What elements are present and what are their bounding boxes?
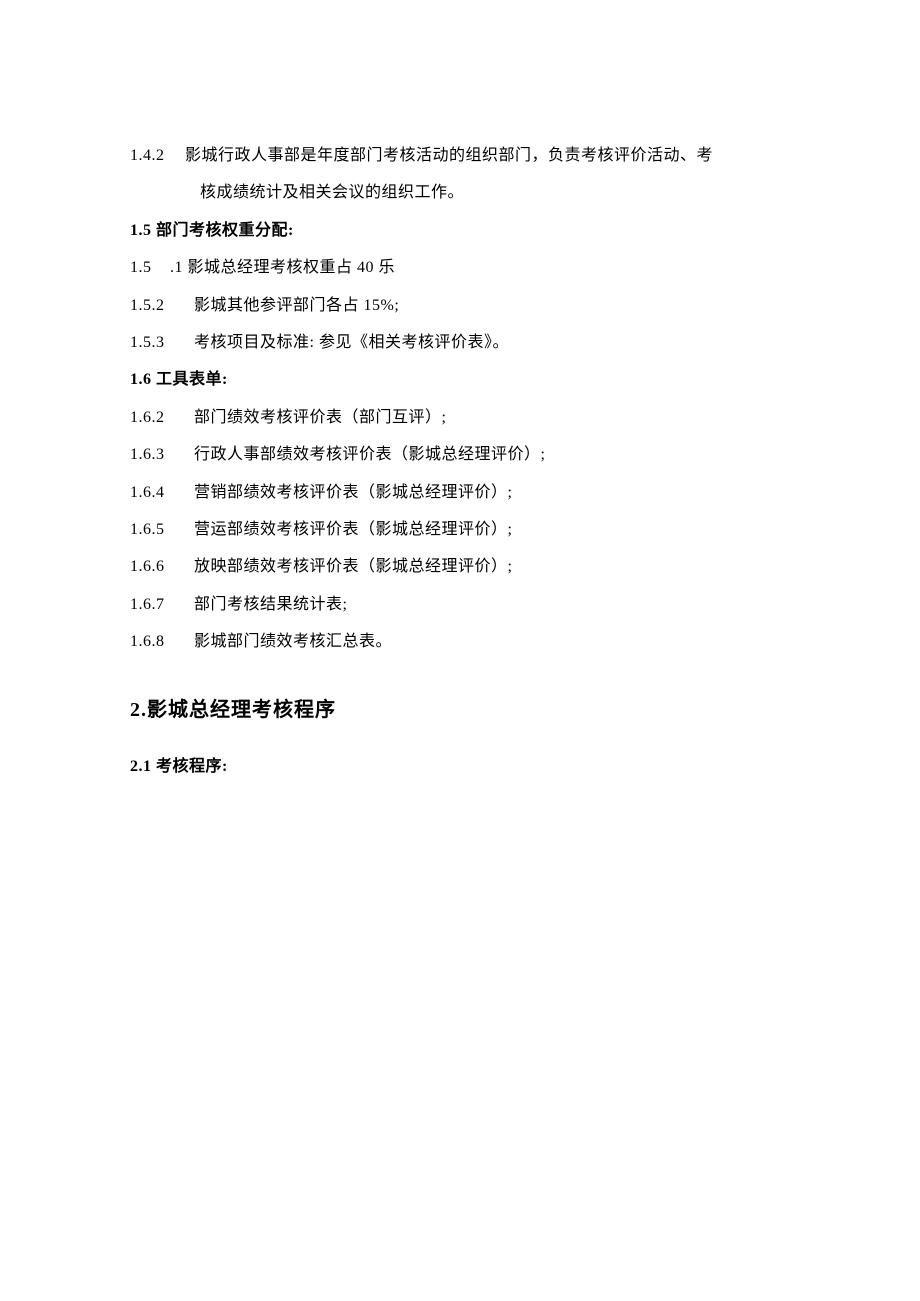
item-text: 营运部绩效考核评价表（影城总经理评价）; [194,521,512,538]
item-1-6-7: 1.6.7 部门考核结果统计表; [130,594,790,616]
item-1-6-3: 1.6.3 行政人事部绩效考核评价表（影城总经理评价）; [130,444,790,466]
item-number: 1.6.7 [130,594,185,616]
item-1-5-2: 1.5.2 影城其他参评部门各占 15%; [130,295,790,317]
item-1-5-1: 1.5.1 影城总经理考核权重占 40 乐 [130,257,790,279]
item-number: 1.5.3 [130,332,185,354]
item-1-6-4: 1.6.4 营销部绩效考核评价表（影城总经理评价）; [130,482,790,504]
item-number: 1.6.4 [130,482,185,504]
item-number: 1.6.6 [130,556,185,578]
item-number: 1.6.2 [130,407,185,429]
item-text: 影城其他参评部门各占 15%; [194,297,399,314]
item-1-6-5: 1.6.5 营运部绩效考核评价表（影城总经理评价）; [130,519,790,541]
item-1-6-2: 1.6.2 部门绩效考核评价表（部门互评）; [130,407,790,429]
item-number: 1.6.3 [130,444,185,466]
item-number: 1.4.2 [130,145,185,167]
item-number: 1.6.8 [130,631,185,653]
heading-2-1: 2.1 考核程序: [130,752,790,776]
item-1-4-2-line1: 1.4.2影城行政人事部是年度部门考核活动的组织部门，负责考核评价活动、考 [130,145,790,167]
item-text: 影城部门绩效考核汇总表。 [194,633,392,650]
item-number: 1.5 [130,257,170,279]
item-text: 放映部绩效考核评价表（影城总经理评价）; [194,558,512,575]
heading-text: 1.6 工具表单: [130,371,228,388]
item-text: 考核项目及标准: 参见《相关考核评价表》。 [194,334,509,351]
heading-text: 2.1 考核程序: [130,758,228,775]
item-1-4-2-line2: 核成绩统计及相关会议的组织工作。 [130,182,790,204]
item-text: .1 影城总经理考核权重占 40 乐 [170,259,395,276]
item-text: 核成绩统计及相关会议的组织工作。 [200,184,464,201]
heading-1-5: 1.5 部门考核权重分配: [130,220,790,242]
heading-2: 2.影城总经理考核程序 [130,693,790,722]
item-text: 部门绩效考核评价表（部门互评）; [194,409,446,426]
item-text: 营销部绩效考核评价表（影城总经理评价）; [194,484,512,501]
item-1-5-3: 1.5.3 考核项目及标准: 参见《相关考核评价表》。 [130,332,790,354]
heading-text: 1.5 部门考核权重分配: [130,222,294,239]
item-1-6-6: 1.6.6 放映部绩效考核评价表（影城总经理评价）; [130,556,790,578]
heading-text: 2.影城总经理考核程序 [130,699,336,721]
item-number: 1.6.5 [130,519,185,541]
heading-1-6: 1.6 工具表单: [130,369,790,391]
item-text: 行政人事部绩效考核评价表（影城总经理评价）; [194,446,545,463]
item-text: 影城行政人事部是年度部门考核活动的组织部门，负责考核评价活动、考 [185,147,713,164]
item-number: 1.5.2 [130,295,185,317]
item-1-6-8: 1.6.8 影城部门绩效考核汇总表。 [130,631,790,653]
item-text: 部门考核结果统计表; [194,596,347,613]
